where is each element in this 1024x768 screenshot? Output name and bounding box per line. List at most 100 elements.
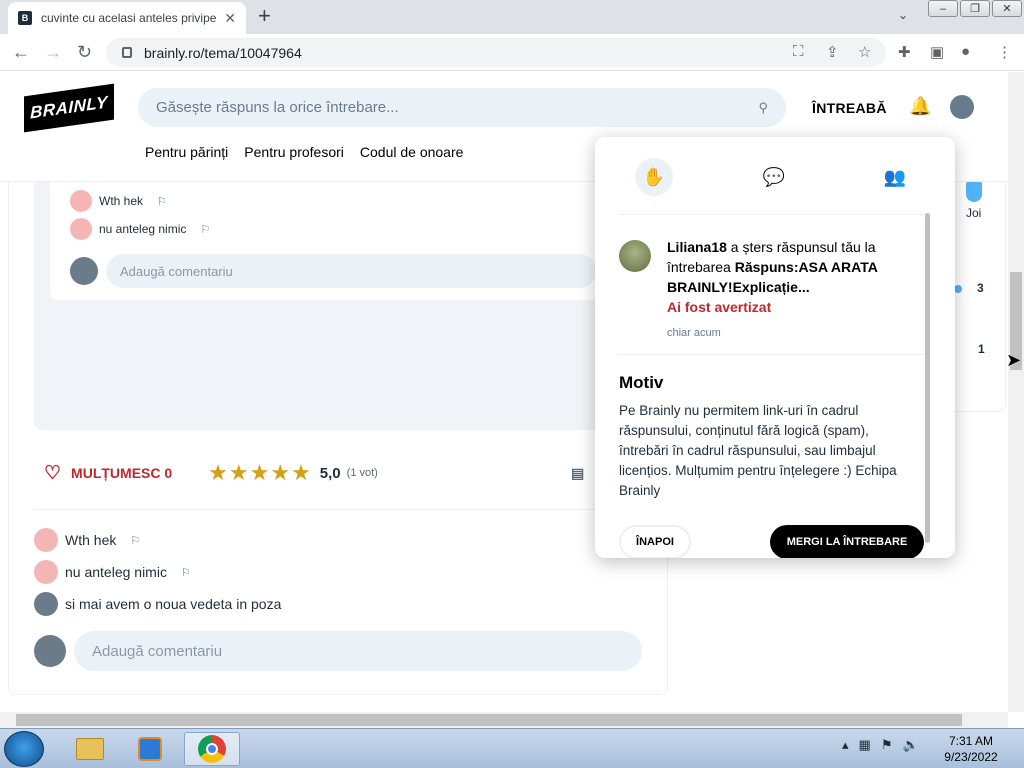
comment-text: nu anteleg nimic: [65, 564, 167, 580]
extensions-icon[interactable]: ✚: [898, 43, 911, 61]
lock-icon: [122, 47, 132, 58]
browser-toolbar: ← → ↻ brainly.ro/tema/10047964 ⛶ ⇪ ☆ ✚ ▣…: [0, 34, 1024, 71]
clock-date: 9/23/2022: [944, 750, 998, 764]
flag-icon[interactable]: ⚐: [200, 223, 210, 236]
subnav-parents[interactable]: Pentru părinți: [145, 144, 228, 160]
comment-input[interactable]: Adaugă comentariu: [74, 631, 642, 671]
brainly-logo[interactable]: BRAINLY: [24, 83, 114, 133]
comment-text: si mai avem o noua vedeta in poza: [65, 596, 282, 612]
heart-icon: ♡: [44, 462, 62, 484]
stat-value: 3: [977, 281, 984, 295]
url-text: brainly.ro/tema/10047964: [144, 44, 302, 61]
divider: [34, 509, 654, 510]
new-tab-icon[interactable]: +: [258, 4, 271, 28]
ask-button[interactable]: ÎNTREABĂ: [812, 100, 887, 116]
bell-icon[interactable]: 🔔: [909, 96, 931, 117]
notif-time: chiar acum: [667, 327, 721, 339]
mouse-cursor-icon: ➤: [1006, 350, 1022, 370]
go-to-question-button[interactable]: MERGI LA ÎNTREBARE: [770, 525, 924, 558]
reload-icon[interactable]: ↻: [77, 42, 92, 63]
avatar: [34, 528, 58, 552]
minimize-icon[interactable]: –: [928, 0, 958, 17]
day-label: Joi: [966, 206, 982, 220]
scroll-thumb[interactable]: [16, 714, 962, 726]
brainly-favicon-icon: B: [18, 11, 32, 25]
rating-stars[interactable]: ★★★★★: [208, 460, 312, 486]
flag-icon[interactable]: ⚐: [157, 195, 167, 208]
browser-tab[interactable]: B cuvinte cu acelasi anteles privipe ✕: [8, 2, 246, 34]
address-bar[interactable]: brainly.ro/tema/10047964: [106, 38, 886, 67]
avatar: [619, 240, 651, 272]
comment-item: nu anteleg nimic ⚐: [34, 560, 191, 584]
popup-scrollbar[interactable]: [925, 213, 930, 543]
comment-item: Wth hek ⚐: [34, 528, 140, 552]
comment-icon: ▤: [570, 464, 585, 481]
profile-icon[interactable]: ●: [961, 43, 970, 60]
back-button[interactable]: ÎNAPOI: [619, 525, 691, 558]
avatar: [70, 190, 92, 212]
horizontal-scrollbar[interactable]: [0, 712, 1008, 728]
tab-friends-icon[interactable]: 👥: [876, 158, 914, 196]
search-input[interactable]: Găsește răspuns la orice întrebare... ⚲: [138, 88, 786, 127]
flag-icon[interactable]: ⚐: [181, 566, 191, 579]
tray-expand-icon[interactable]: ▴: [842, 737, 849, 753]
avatar: [34, 560, 58, 584]
back-icon[interactable]: ←: [12, 42, 30, 63]
vertical-scrollbar[interactable]: [1008, 72, 1024, 712]
dot-icon: [954, 285, 962, 293]
comment-text: nu anteleg nimic: [99, 222, 187, 236]
explorer-icon[interactable]: [62, 732, 118, 766]
flag-alert-icon[interactable]: ⚑: [881, 737, 893, 753]
thanks-button[interactable]: ♡ MULȚUMESC 0: [44, 462, 172, 485]
media-player-icon[interactable]: [122, 732, 178, 766]
add-comment-row: Adaugă comentariu: [34, 631, 642, 671]
clock-time: 7:31 AM: [948, 734, 994, 748]
stat-value: 1: [978, 342, 985, 356]
tab-search-chevron-icon[interactable]: ⌄: [898, 8, 908, 22]
windows-taskbar: ▴ ▦ ⚑ 🔈 7:31 AM 9/23/2022: [0, 728, 1024, 768]
popup-tabs: ✋ 💬 👥: [619, 137, 929, 215]
comment-text: Wth hek: [99, 194, 144, 208]
avatar[interactable]: [950, 95, 974, 119]
tab-close-icon[interactable]: ✕: [224, 10, 236, 27]
tab-messages-icon[interactable]: 💬: [755, 158, 793, 196]
volume-icon[interactable]: 🔈: [902, 737, 918, 753]
subnav-honor-code[interactable]: Codul de onoare: [360, 144, 464, 160]
add-comment-row: Adaugă comentariu: [70, 254, 596, 288]
notifications-popup: ✋ 💬 👥 Liliana18 a șters răspunsul tău la…: [595, 137, 955, 558]
menu-dots-icon[interactable]: ⋮: [997, 43, 1012, 61]
tab-notifications-icon[interactable]: ✋: [635, 158, 673, 196]
avatar: [34, 592, 58, 616]
start-button-icon[interactable]: [4, 731, 44, 767]
notification-text: Liliana18 a șters răspunsul tău la între…: [667, 237, 907, 343]
comment-item: Wth hek ⚐: [70, 190, 167, 212]
network-icon[interactable]: ▦: [859, 737, 871, 753]
translate-icon[interactable]: ⛶: [793, 43, 804, 60]
system-tray: ▴ ▦ ⚑ 🔈: [842, 737, 919, 753]
badge-icon: [966, 182, 982, 202]
comment-item: si mai avem o noua vedeta in poza: [34, 592, 281, 616]
bookmark-star-icon[interactable]: ☆: [858, 43, 871, 61]
thanks-label: MULȚUMESC 0: [71, 465, 173, 481]
tab-title: cuvinte cu acelasi anteles privipe: [41, 11, 217, 25]
forward-icon[interactable]: →: [44, 42, 62, 63]
avatar: [70, 218, 92, 240]
divider: [619, 354, 925, 355]
reason-title: Motiv: [619, 373, 664, 392]
search-placeholder: Găsește răspuns la orice întrebare...: [156, 99, 399, 116]
comment-input[interactable]: Adaugă comentariu: [106, 254, 596, 288]
side-panel-icon[interactable]: ▣: [930, 43, 944, 61]
clock[interactable]: 7:31 AM 9/23/2022: [940, 733, 1002, 765]
window-close-icon[interactable]: ✕: [992, 0, 1022, 17]
chrome-icon[interactable]: [184, 732, 240, 766]
share-icon[interactable]: ⇪: [826, 43, 839, 61]
search-icon[interactable]: ⚲: [758, 100, 768, 116]
avatar: [70, 257, 98, 285]
subnav-teachers[interactable]: Pentru profesori: [244, 144, 344, 160]
warning-text: Ai fost avertizat: [667, 299, 772, 315]
comment-text: Wth hek: [65, 532, 117, 548]
browser-tab-strip: B cuvinte cu acelasi anteles privipe ✕ +…: [0, 0, 1024, 34]
avatar: [34, 635, 66, 667]
restore-icon[interactable]: ❐: [960, 0, 990, 17]
flag-icon[interactable]: ⚐: [130, 534, 140, 547]
